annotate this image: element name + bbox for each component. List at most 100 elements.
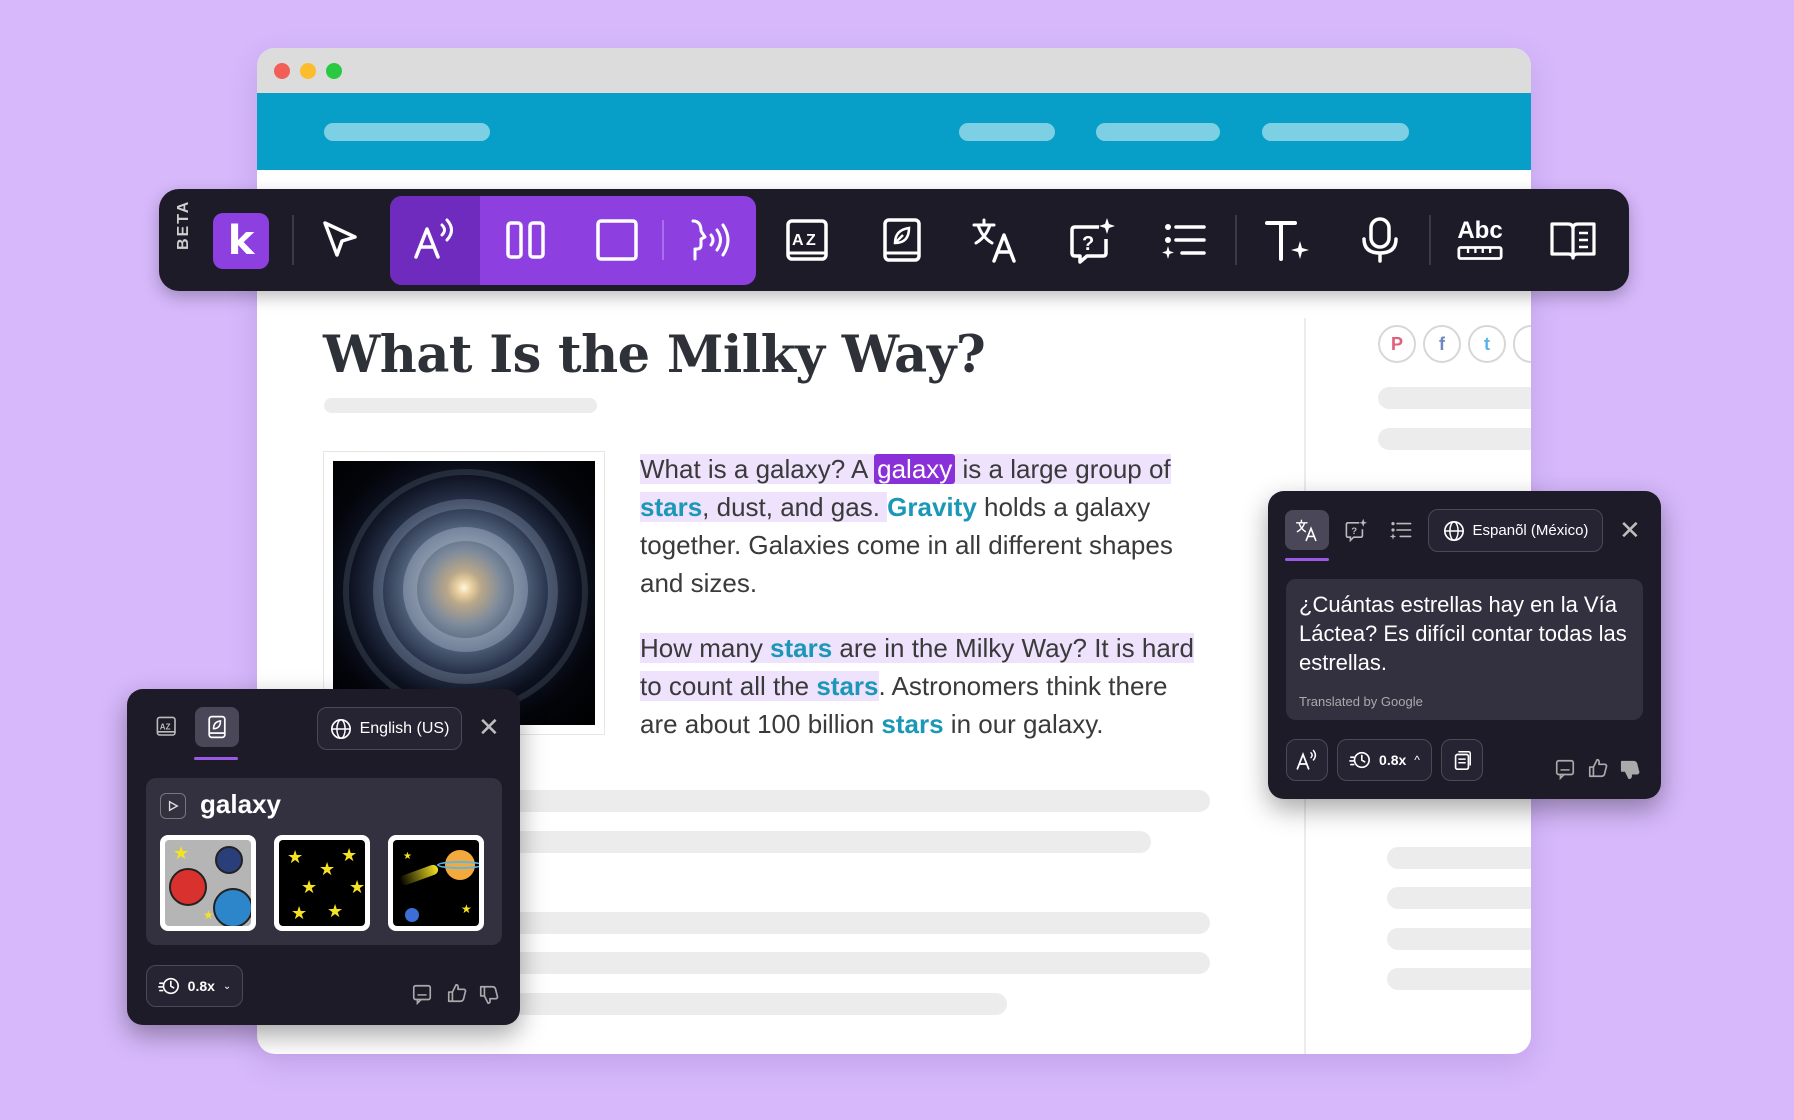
thumbs-down-icon[interactable] [476,982,502,1008]
list-sparkle-icon[interactable] [1150,205,1220,275]
reader-view-icon[interactable] [1538,205,1608,275]
language-label: Espanõl (México) [1472,522,1589,539]
translation-text: ¿Cuántas estrellas hay en la Vía Láctea?… [1299,592,1627,675]
translate-icon[interactable] [960,205,1030,275]
selected-word[interactable]: galaxy [874,454,956,484]
app-logo[interactable]: k [213,213,269,269]
definition-word: galaxy [200,789,281,819]
speed-label: 0.8x [187,978,215,994]
close-icon[interactable]: ✕ [478,712,500,743]
twitter-icon[interactable]: t [1468,325,1506,363]
language-select[interactable]: English (US) [317,707,462,750]
toolbar-separator [1429,215,1431,265]
voice-icon[interactable] [675,205,745,275]
article-body: What is a galaxy? A galaxy is a large gr… [640,450,1210,770]
feedback-icon[interactable] [1553,757,1577,781]
pinterest-icon[interactable]: P [1378,325,1416,363]
thumbs-up-icon[interactable] [1585,755,1611,781]
read-aloud-icon[interactable] [400,205,470,275]
picture-dictionary-icon[interactable]: AZ [772,205,842,275]
minimize-window-button[interactable] [300,63,316,79]
thumbs-down-icon[interactable] [1617,757,1643,783]
svg-text:A: A [792,232,804,249]
copy-icon [1454,751,1471,770]
keyword[interactable]: stars [881,709,943,739]
translate-tab[interactable] [1285,510,1329,550]
copy-button[interactable] [1441,739,1483,781]
site-header [257,93,1531,170]
text-sparkle-icon[interactable] [1252,205,1322,275]
list-sparkle-icon[interactable] [1386,515,1416,545]
keyword[interactable]: stars [770,633,832,663]
screen-mask-icon[interactable] [582,205,652,275]
dictionary-icon[interactable] [867,205,937,275]
text-placeholder [495,993,1007,1015]
speed-select[interactable]: 0.8x ^ [1337,739,1432,781]
site-nav-link[interactable] [1262,123,1409,141]
dictionary-tab[interactable] [195,707,239,747]
speed-icon [157,977,179,995]
sidebar-placeholder [1387,887,1531,909]
picture-dictionary-tab[interactable]: AZ [152,712,182,742]
speed-icon [1349,751,1371,769]
language-select[interactable]: Espanõl (México) [1428,509,1603,552]
thumbnail-comet[interactable]: ★ ★ [388,835,484,931]
read-aloud-button[interactable] [1286,739,1328,781]
globe-icon [1443,520,1464,541]
svg-text:AZ: AZ [160,722,171,731]
active-tab-indicator [1285,558,1329,561]
svg-text:?: ? [1351,526,1357,537]
spelling-icon[interactable]: Abc [1445,205,1515,275]
chevron-down-icon: ⌄ [222,980,232,992]
svg-text:Z: Z [806,232,816,249]
thumbnail-planets[interactable]: ★ ★ [160,835,256,931]
thumbnail-stars[interactable]: ★ ★ ★ ★ ★ ★ ★ [274,835,370,931]
site-nav-link[interactable] [1096,123,1220,141]
feedback-icon[interactable] [410,982,434,1006]
speed-select[interactable]: 0.8x ⌄ [146,965,243,1007]
close-icon[interactable]: ✕ [1619,515,1641,546]
read-aloud-icon [1296,749,1317,770]
paragraph-2: How many stars are in the Milky Way? It … [640,633,1194,739]
stars-illustration: ★ ★ ★ ★ ★ ★ ★ [279,840,365,926]
speed-label: 0.8x [1379,752,1407,768]
toolbar-separator [292,215,294,265]
active-tab-indicator [194,757,238,760]
paragraph-1: What is a galaxy? A galaxy is a large gr… [640,454,1173,598]
subtitle-placeholder [324,398,597,413]
milky-way-image [333,461,595,725]
sidebar-placeholder [1387,968,1531,990]
keyword[interactable]: Gravity [887,492,977,522]
page-title: What Is the Milky Way? [323,325,986,385]
translation-credit: Translated by Google [1299,694,1423,709]
beta-label: BETA [175,199,192,250]
sidebar-placeholder [1387,928,1531,950]
site-logo-placeholder [324,123,490,141]
question-sparkle-icon[interactable]: ? [1341,515,1371,545]
browser-titlebar [257,48,1531,93]
sidebar-placeholder [1387,847,1531,869]
facebook-icon[interactable]: f [1423,325,1461,363]
keyword[interactable]: stars [816,671,878,701]
sidebar-placeholder [1378,428,1531,450]
site-nav-link[interactable] [959,123,1055,141]
question-sparkle-icon[interactable]: ? [1057,205,1127,275]
chevron-up-icon: ^ [1414,753,1420,767]
columns-icon[interactable] [491,205,561,275]
keyword[interactable]: stars [640,492,702,522]
toolbar-separator [1235,215,1237,265]
text-placeholder [495,912,1210,934]
sidebar-placeholder [1378,387,1531,409]
maximize-window-button[interactable] [326,63,342,79]
thumbs-up-icon[interactable] [444,980,470,1006]
close-window-button[interactable] [274,63,290,79]
play-icon[interactable] [160,793,186,819]
text-placeholder [495,790,1210,812]
text-placeholder [495,952,1210,974]
comet-planet-illustration: ★ ★ [393,840,479,926]
language-label: English (US) [359,719,450,737]
planets-illustration: ★ ★ [165,840,251,926]
cursor-icon[interactable] [305,205,375,275]
microphone-icon[interactable] [1345,205,1415,275]
svg-text:?: ? [1082,233,1094,255]
